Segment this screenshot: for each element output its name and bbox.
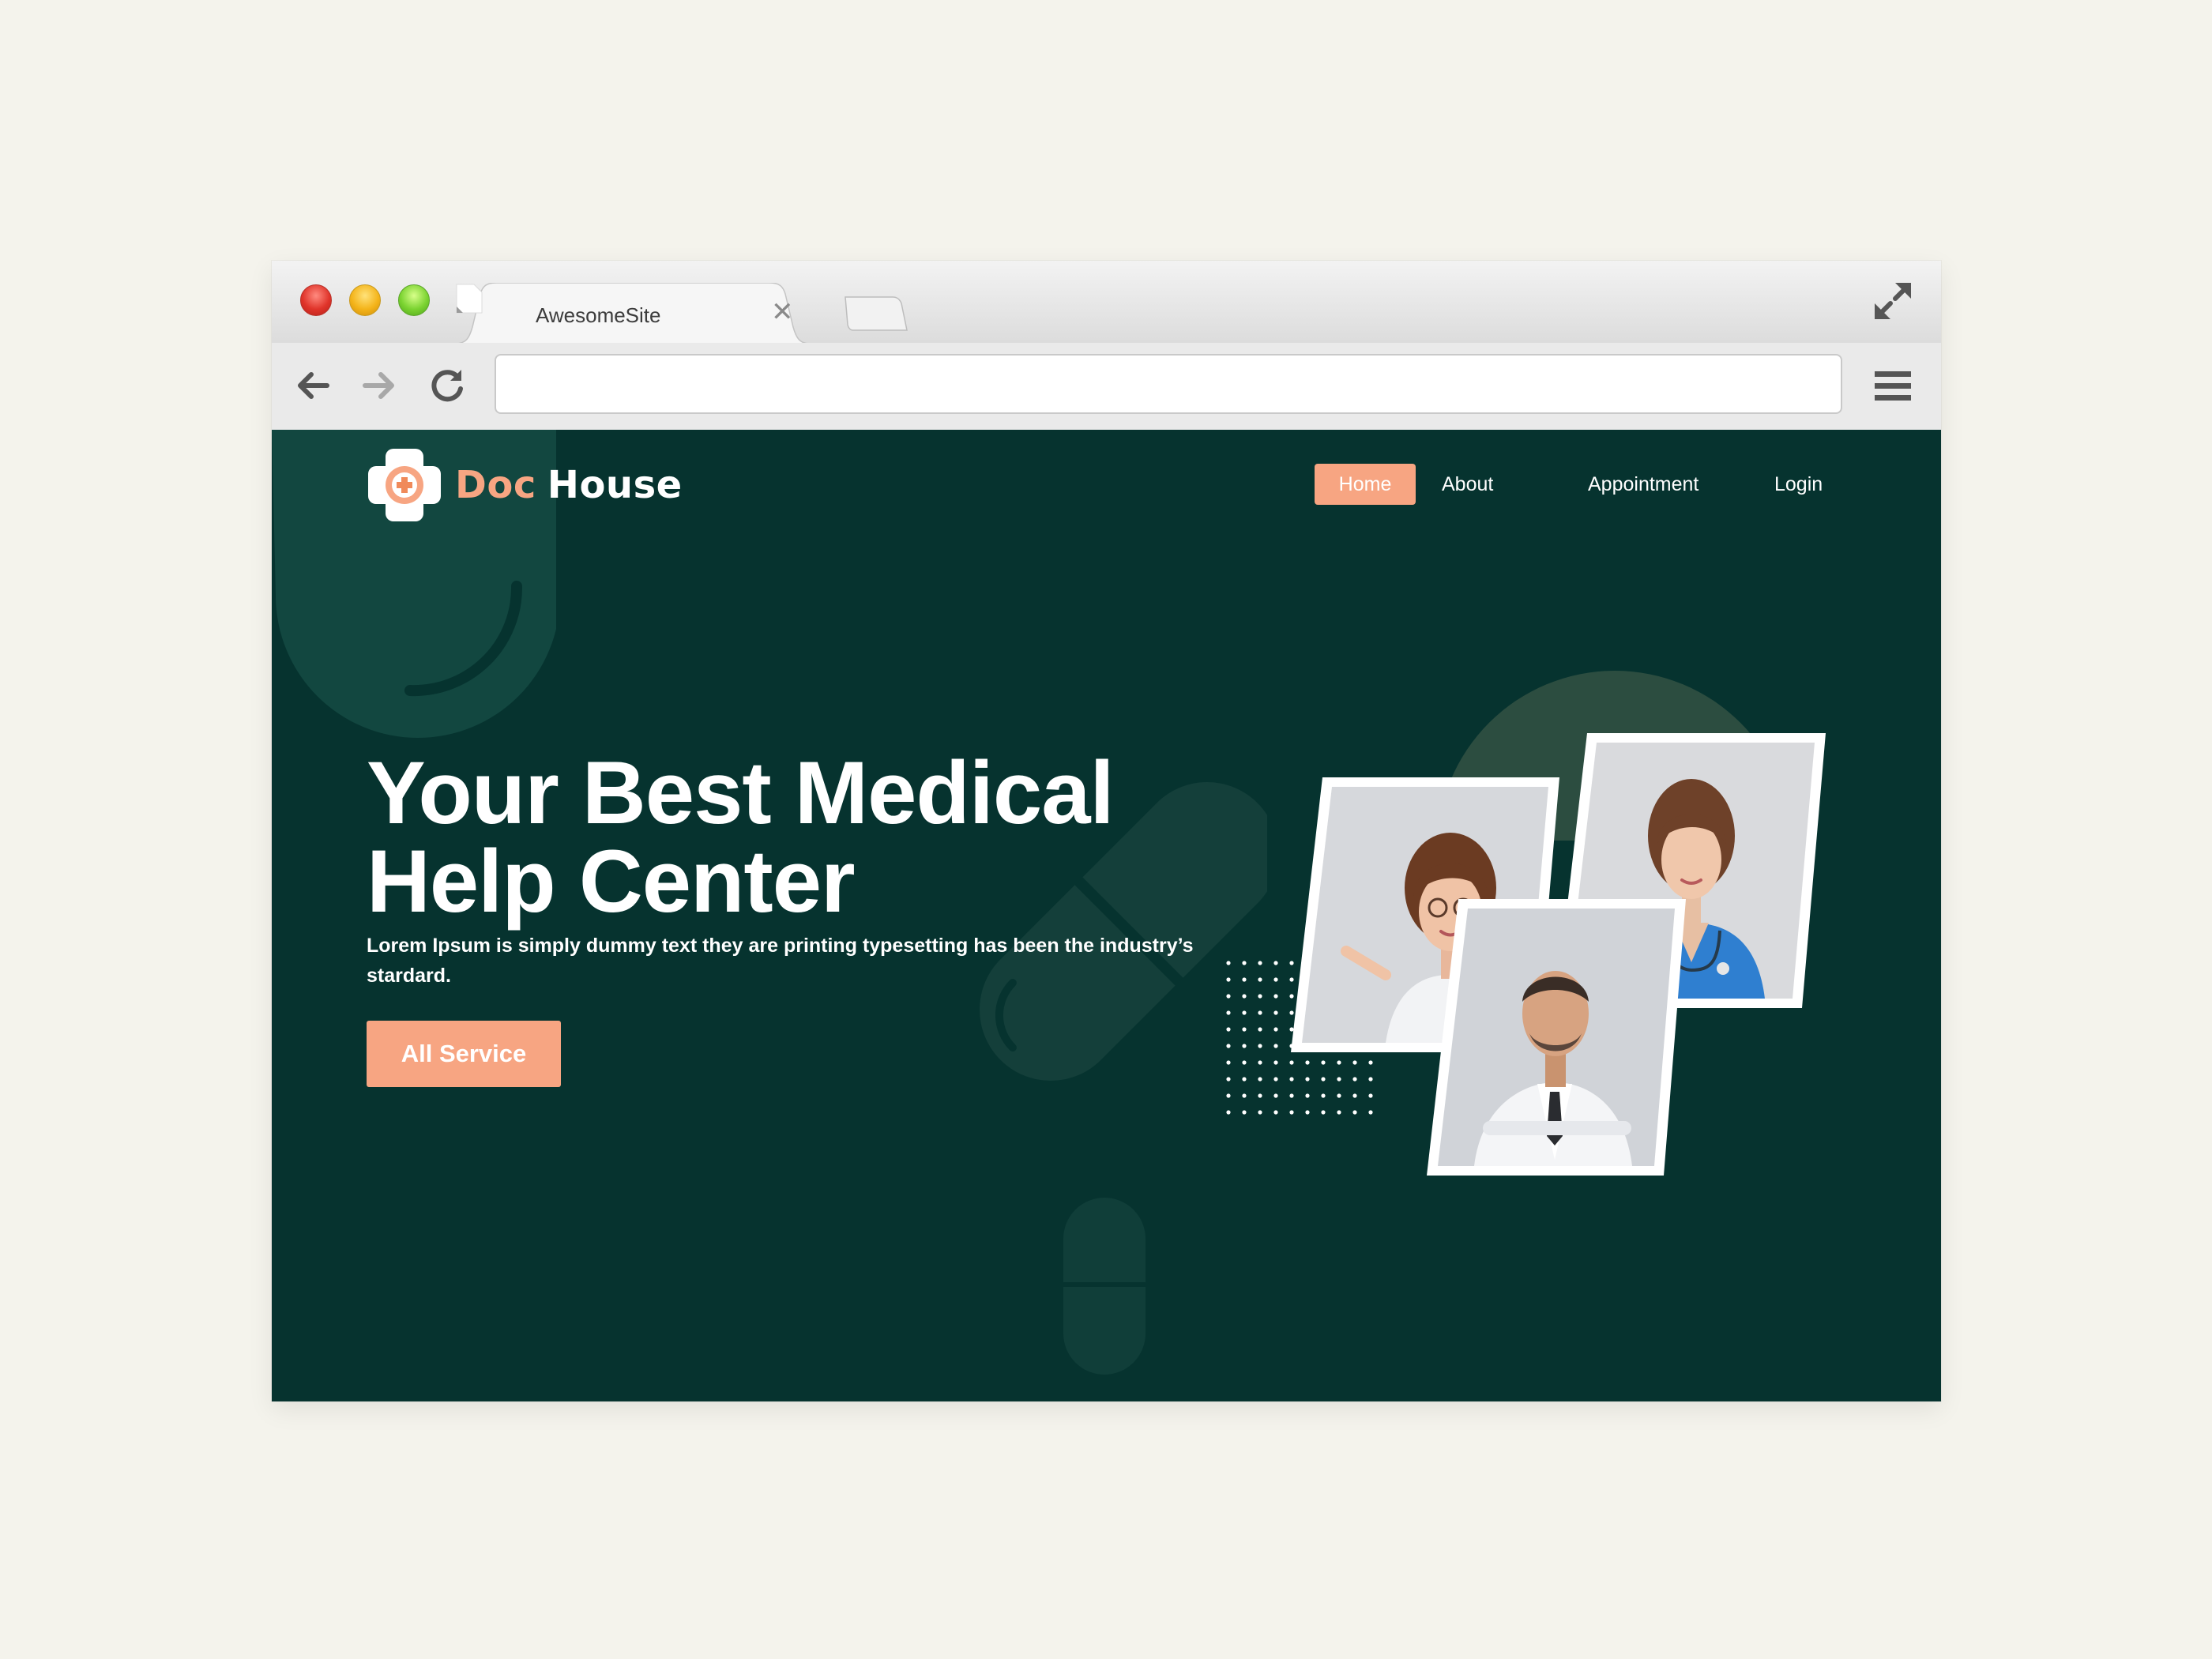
browser-toolbar: [272, 343, 1941, 431]
browser-tab-bar: AwesomeSite ✕: [272, 261, 1941, 344]
reload-icon[interactable]: [427, 365, 468, 406]
all-service-button[interactable]: All Service: [367, 1021, 561, 1087]
medical-cross-logo-icon: [368, 449, 441, 521]
browser-tab[interactable]: AwesomeSite ✕: [455, 283, 811, 344]
site-logo[interactable]: Doc House: [367, 446, 683, 525]
hero-title-line1: Your Best Medical: [367, 743, 1115, 842]
nav-item-home[interactable]: Home: [1315, 464, 1416, 505]
nav-item-login[interactable]: Login: [1774, 464, 1823, 505]
web-page: Doc House Home About Appointment Login Yo…: [272, 430, 1941, 1401]
hamburger-menu-icon[interactable]: [1873, 370, 1913, 403]
window-close-button[interactable]: [300, 284, 332, 316]
window-maximize-button[interactable]: [398, 284, 430, 316]
hero-title-line2: Help Center: [367, 832, 856, 931]
brand-name-secondary: House: [547, 463, 683, 507]
tab-close-icon[interactable]: ✕: [771, 299, 794, 325]
nav-item-about[interactable]: About: [1442, 464, 1493, 505]
forward-arrow-icon[interactable]: [359, 365, 400, 406]
nav-item-appointment[interactable]: Appointment: [1588, 464, 1698, 505]
back-arrow-icon[interactable]: [292, 365, 333, 406]
brand-name-primary: Doc: [455, 463, 536, 507]
hero-title: Your Best Medical Help Center: [367, 749, 1236, 926]
address-bar-input[interactable]: [495, 354, 1842, 414]
window-minimize-button[interactable]: [349, 284, 381, 316]
browser-window: AwesomeSite ✕ Doc House Home About Appoi…: [272, 261, 1941, 1401]
doctor-photo-man-white-coat: [1427, 899, 1686, 1176]
decorative-small-capsule: [1063, 1198, 1146, 1375]
hero-description: Lorem Ipsum is simply dummy text they ar…: [367, 935, 1194, 987]
tab-title: AwesomeSite: [536, 303, 661, 327]
fullscreen-icon[interactable]: [1873, 281, 1913, 321]
page-favicon-icon: [456, 284, 483, 314]
new-tab-button[interactable]: [842, 295, 908, 332]
